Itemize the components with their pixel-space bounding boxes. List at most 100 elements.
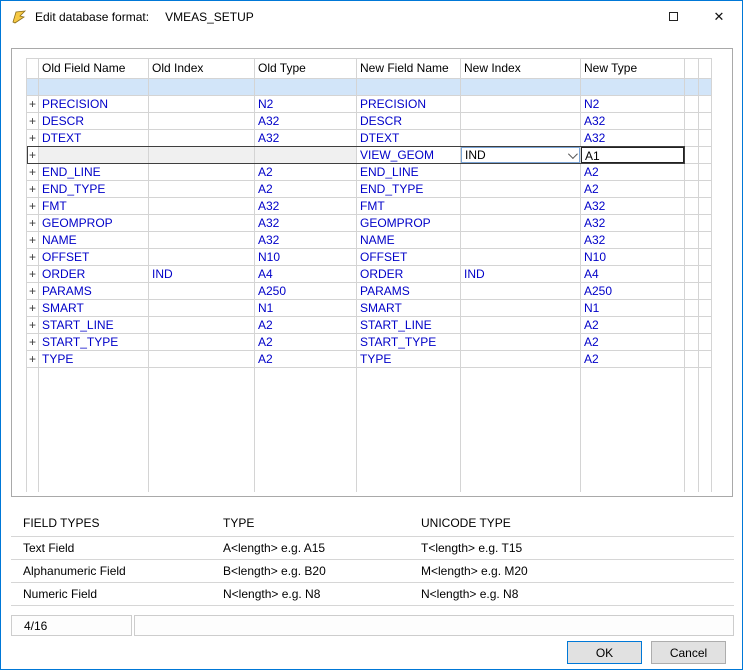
new-type-cell[interactable]: A2 <box>581 317 685 334</box>
new-index-cell[interactable] <box>461 130 581 147</box>
row-expand-button[interactable]: + <box>27 164 39 181</box>
new-name-cell[interactable]: NAME <box>357 232 461 249</box>
old-type-cell[interactable]: A2 <box>255 334 357 351</box>
new-type-cell[interactable]: A2 <box>581 351 685 368</box>
new-type-editor[interactable]: A1 <box>581 147 684 163</box>
new-index-cell[interactable] <box>461 181 581 198</box>
row-expand-button[interactable]: + <box>27 334 39 351</box>
new-index-cell[interactable] <box>461 79 581 96</box>
new-name-cell[interactable]: START_LINE <box>357 317 461 334</box>
new-type-cell[interactable]: A32 <box>581 130 685 147</box>
old-index-cell[interactable] <box>149 198 255 215</box>
old-name-cell[interactable] <box>39 147 149 164</box>
row-expand-button[interactable]: + <box>27 300 39 317</box>
new-index-cell[interactable] <box>461 249 581 266</box>
new-type-cell[interactable]: A2 <box>581 164 685 181</box>
new-name-cell[interactable]: SMART <box>357 300 461 317</box>
new-name-cell[interactable]: FMT <box>357 198 461 215</box>
old-name-cell[interactable]: START_LINE <box>39 317 149 334</box>
old-index-cell[interactable] <box>149 113 255 130</box>
new-name-cell[interactable]: PARAMS <box>357 283 461 300</box>
old-type-cell[interactable] <box>255 147 357 164</box>
row-expand-button[interactable]: + <box>27 181 39 198</box>
column-header-old-index[interactable]: Old Index <box>149 59 255 79</box>
new-name-cell[interactable]: DESCR <box>357 113 461 130</box>
old-type-cell[interactable] <box>255 79 357 96</box>
old-index-cell[interactable] <box>149 300 255 317</box>
new-name-cell[interactable]: OFFSET <box>357 249 461 266</box>
new-type-cell[interactable]: A2 <box>581 181 685 198</box>
new-type-cell[interactable]: A32 <box>581 215 685 232</box>
old-name-cell[interactable]: NAME <box>39 232 149 249</box>
row-expand-button[interactable]: + <box>27 232 39 249</box>
row-expand-button[interactable]: + <box>27 266 39 283</box>
old-name-cell[interactable]: END_TYPE <box>39 181 149 198</box>
new-name-cell[interactable]: START_TYPE <box>357 334 461 351</box>
row-expand-button[interactable]: + <box>27 351 39 368</box>
row-expand-button[interactable]: + <box>27 215 39 232</box>
new-index-cell[interactable] <box>461 334 581 351</box>
new-name-cell[interactable]: END_LINE <box>357 164 461 181</box>
new-type-cell[interactable]: N2 <box>581 96 685 113</box>
old-index-cell[interactable] <box>149 334 255 351</box>
old-name-cell[interactable]: SMART <box>39 300 149 317</box>
old-name-cell[interactable]: PRECISION <box>39 96 149 113</box>
new-type-cell[interactable]: A2 <box>581 334 685 351</box>
new-index-cell[interactable] <box>461 164 581 181</box>
old-type-cell[interactable]: A250 <box>255 283 357 300</box>
old-type-cell[interactable]: N2 <box>255 96 357 113</box>
old-index-cell[interactable]: IND <box>149 266 255 283</box>
new-type-cell[interactable] <box>581 79 685 96</box>
new-index-cell[interactable] <box>461 300 581 317</box>
new-type-cell[interactable]: A1 <box>581 147 685 164</box>
old-name-cell[interactable]: PARAMS <box>39 283 149 300</box>
new-index-combobox[interactable]: IND <box>461 147 580 163</box>
old-name-cell[interactable]: DESCR <box>39 113 149 130</box>
old-index-cell[interactable] <box>149 215 255 232</box>
new-index-cell[interactable] <box>461 113 581 130</box>
old-type-cell[interactable]: A4 <box>255 266 357 283</box>
old-name-cell[interactable]: DTEXT <box>39 130 149 147</box>
old-index-cell[interactable] <box>149 79 255 96</box>
chevron-down-icon[interactable] <box>563 148 579 162</box>
old-type-cell[interactable]: A32 <box>255 198 357 215</box>
new-name-cell[interactable]: ORDER <box>357 266 461 283</box>
new-type-cell[interactable]: A32 <box>581 232 685 249</box>
new-index-cell[interactable] <box>461 96 581 113</box>
old-name-cell[interactable]: ORDER <box>39 266 149 283</box>
ok-button[interactable]: OK <box>567 641 642 664</box>
maximize-button[interactable] <box>650 1 696 32</box>
close-button[interactable]: ✕ <box>696 1 742 32</box>
new-index-cell[interactable] <box>461 215 581 232</box>
old-index-cell[interactable] <box>149 181 255 198</box>
cancel-button[interactable]: Cancel <box>651 641 726 664</box>
row-expand-button[interactable]: + <box>27 113 39 130</box>
new-index-cell[interactable] <box>461 232 581 249</box>
old-type-cell[interactable]: A32 <box>255 130 357 147</box>
new-index-cell[interactable] <box>461 198 581 215</box>
new-name-cell[interactable]: PRECISION <box>357 96 461 113</box>
old-index-cell[interactable] <box>149 317 255 334</box>
old-index-cell[interactable] <box>149 164 255 181</box>
new-name-cell[interactable]: DTEXT <box>357 130 461 147</box>
column-header-new-field-name[interactable]: New Field Name <box>357 59 461 79</box>
new-index-cell[interactable] <box>461 317 581 334</box>
new-type-cell[interactable]: A4 <box>581 266 685 283</box>
old-name-cell[interactable]: START_TYPE <box>39 334 149 351</box>
new-type-cell[interactable]: N1 <box>581 300 685 317</box>
old-type-cell[interactable]: A32 <box>255 113 357 130</box>
row-expand-button[interactable]: + <box>27 317 39 334</box>
new-name-cell[interactable] <box>357 79 461 96</box>
old-type-cell[interactable]: N1 <box>255 300 357 317</box>
new-type-cell[interactable]: N10 <box>581 249 685 266</box>
old-type-cell[interactable]: A2 <box>255 164 357 181</box>
old-type-cell[interactable]: A2 <box>255 181 357 198</box>
old-name-cell[interactable]: GEOMPROP <box>39 215 149 232</box>
old-index-cell[interactable] <box>149 232 255 249</box>
old-type-cell[interactable]: A32 <box>255 232 357 249</box>
new-index-cell[interactable] <box>461 283 581 300</box>
old-index-cell[interactable] <box>149 249 255 266</box>
row-expand-button[interactable]: + <box>27 283 39 300</box>
row-expand-button[interactable]: + <box>27 147 39 164</box>
row-expand-button[interactable]: + <box>27 130 39 147</box>
